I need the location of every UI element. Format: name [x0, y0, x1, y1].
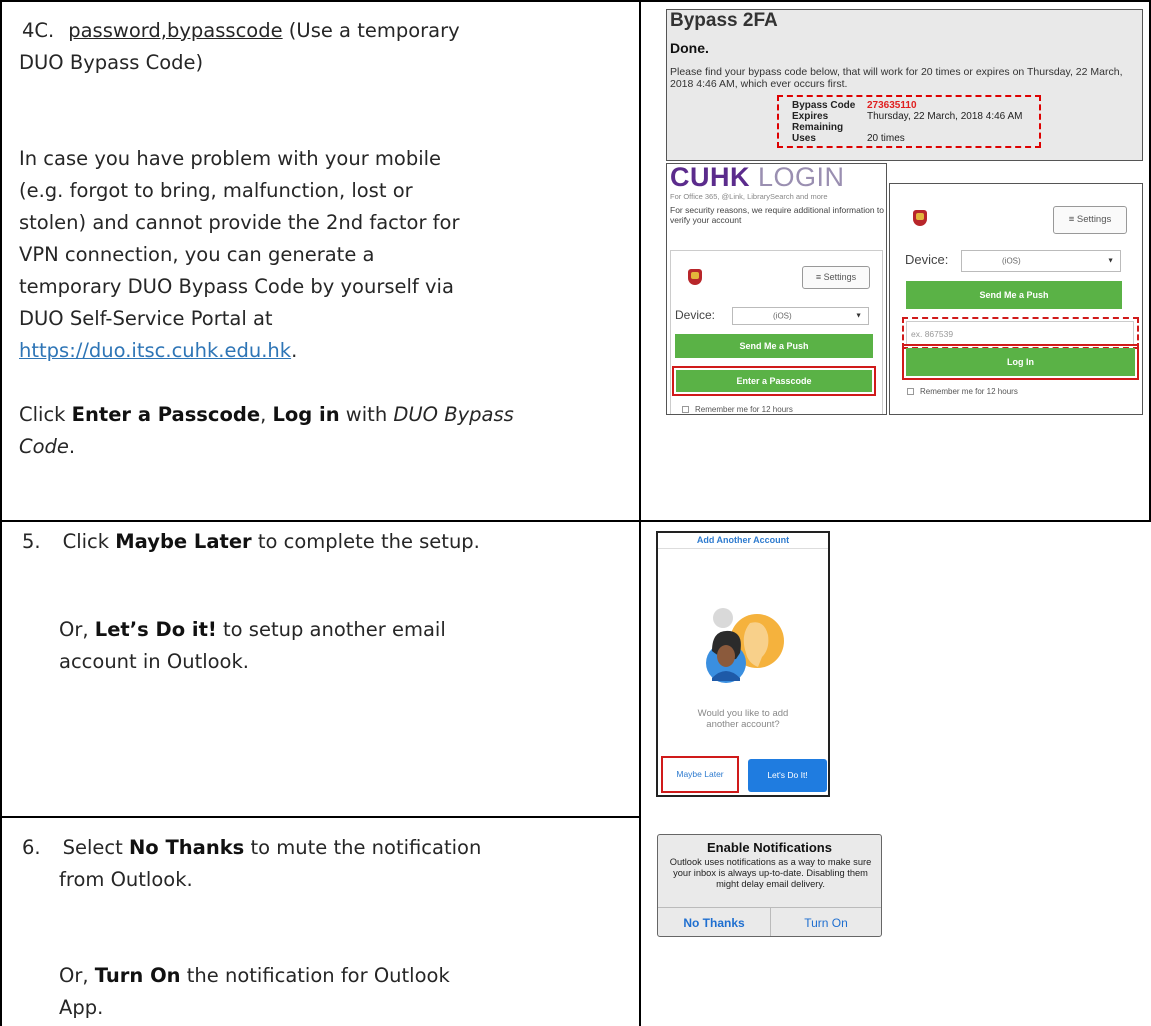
remember-me[interactable]: Remember me for 12 hours — [682, 405, 793, 414]
bypass-title: Bypass 2FA — [670, 10, 778, 31]
settings-button[interactable]: ≡ Settings — [1053, 206, 1127, 234]
table-row-divider-2 — [0, 816, 641, 818]
table-row-divider-1 — [0, 520, 1151, 522]
cuhk-login-logo: CUHK LOGIN — [670, 163, 845, 192]
device-select[interactable]: (iOS) ▼ — [961, 250, 1121, 272]
expires-row: Expires Thursday, 22 March, 2018 4:46 AM — [792, 111, 1023, 122]
send-push-button[interactable]: Send Me a Push — [675, 334, 873, 358]
add-account-header: Add Another Account — [696, 535, 790, 545]
send-push-button[interactable]: Send Me a Push — [906, 281, 1122, 309]
step-5-text: 5. Click Maybe Later to complete the setu… — [22, 530, 480, 673]
bypass-code-value: 273635110 — [867, 100, 917, 111]
method-name: password,bypasscode — [68, 19, 283, 42]
cuhk-crest-icon — [913, 210, 927, 226]
device-label: Device: — [905, 252, 949, 267]
header-divider — [658, 548, 828, 549]
login-subtitle: For Office 365, @Link, LibrarySearch and… — [670, 192, 828, 201]
lets-do-it-button[interactable]: Let's Do It! — [748, 759, 827, 792]
remember-checkbox[interactable] — [907, 388, 914, 396]
step-4c-instruction: Click Enter a Passcode, Log in with DUO … — [19, 403, 514, 426]
cuhk-login-screenshot: CUHK LOGIN For Office 365, @Link, Librar… — [666, 163, 887, 415]
bypass-code-row: Bypass Code 273635110 — [792, 100, 917, 111]
chevron-down-icon: ▼ — [855, 312, 862, 320]
step-4c-paragraph-line: In case you have problem with your mobil… — [19, 147, 442, 170]
log-in-button[interactable]: Log In — [906, 348, 1135, 376]
step-4c-paragraph-line: stolen) and cannot provide the 2nd facto… — [19, 211, 460, 234]
step-4c-paragraph-line: (e.g. forgot to bring, malfunction, lost… — [19, 179, 413, 202]
bypass-done: Done. — [670, 40, 709, 56]
table-divider-vertical — [639, 0, 641, 1026]
bypass-code-highlight: Bypass Code 273635110 Expires Thursday, 22… — [777, 95, 1041, 148]
bypass-2fa-screenshot: Bypass 2FA Done. Please find your bypass… — [666, 9, 1143, 161]
cuhk-crest-icon — [688, 269, 702, 285]
remaining-row: Remaining Uses 20 times — [792, 122, 905, 144]
maybe-later-button[interactable]: Maybe Later — [661, 756, 739, 793]
enable-notifications-screenshot: Enable Notifications Outlook uses notifi… — [657, 834, 882, 937]
device-label: Device: — [675, 308, 716, 322]
device-select[interactable]: (iOS) ▼ — [732, 307, 869, 325]
security-notice: For security reasons, we require additio… — [670, 205, 885, 225]
bypass-message: Please find your bypass code below, that… — [670, 66, 1123, 90]
no-thanks-button[interactable]: No Thanks — [668, 916, 760, 930]
add-account-question: Would you like to add another account? — [697, 708, 789, 730]
step-4c-heading: 4C. password,bypasscode (Use a temporary — [22, 19, 460, 42]
duo-portal-link[interactable]: https://duo.itsc.cuhk.edu.hk — [19, 339, 291, 362]
button-separator — [770, 907, 771, 936]
table-border-left — [0, 0, 2, 1026]
enter-passcode-button[interactable]: Enter a Passcode — [676, 370, 872, 392]
notifications-body: Outlook uses notifications as a way to m… — [669, 857, 872, 889]
step-4c-paragraph-line: VPN connection, you can generate a — [19, 243, 375, 266]
step-4c-text: 4C. password,bypasscode (Use a temporary … — [19, 15, 629, 463]
add-another-account-screenshot: Add Another Account Would you like to ad… — [656, 531, 830, 797]
remember-checkbox[interactable] — [682, 406, 689, 414]
step-6-text: 6. Select No Thanks to mute the notificat… — [22, 836, 482, 1019]
duo-passcode-screenshot: ≡ Settings Device: (iOS) ▼ Send Me a Pus… — [889, 183, 1143, 415]
settings-button[interactable]: ≡ Settings — [802, 266, 870, 289]
remember-me[interactable]: Remember me for 12 hours — [907, 387, 1018, 396]
step-4c-paragraph-line: temporary DUO Bypass Code by yourself vi… — [19, 275, 454, 298]
notifications-title: Enable Notifications — [707, 840, 832, 855]
passcode-input[interactable]: ex. 867539 — [906, 321, 1134, 345]
people-illustration — [706, 608, 784, 683]
duo-frame: ≡ Settings Device: (iOS) ▼ Send Me a Pus… — [670, 250, 883, 414]
chevron-down-icon: ▼ — [1107, 257, 1114, 265]
turn-on-button[interactable]: Turn On — [776, 916, 876, 930]
step-4c-paragraph-line: DUO Self-Service Portal at — [19, 307, 273, 330]
table-border-top — [0, 0, 1151, 2]
